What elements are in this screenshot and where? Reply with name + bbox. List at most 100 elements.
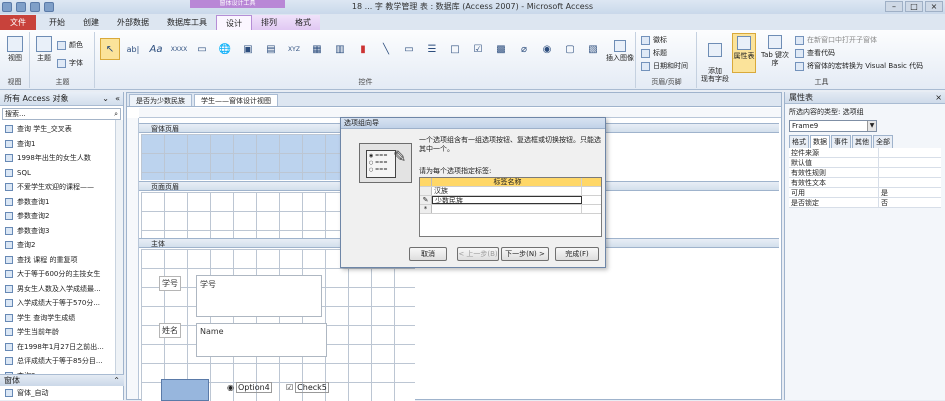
tab-control-icon[interactable]: ▭ (192, 38, 212, 60)
nav-group-forms[interactable]: 窗体 ⌃ (0, 374, 124, 386)
nav-item[interactable]: SQL (0, 166, 123, 181)
nav-search-input[interactable]: 搜索... ⌕ (2, 108, 121, 120)
label-control-icon[interactable]: Aa (146, 38, 166, 60)
checkbox-icon[interactable]: ☑ (468, 38, 488, 60)
unbound-object-icon[interactable]: ▩ (491, 38, 511, 60)
tab-order-button[interactable]: Tab 键次序 (758, 35, 792, 67)
prop-tab-event[interactable]: 事件 (831, 135, 851, 148)
button-control-icon[interactable]: XXXX (169, 38, 189, 60)
student-id-label[interactable]: 学号 (159, 276, 181, 291)
property-value[interactable]: 否 (879, 198, 941, 207)
table-row[interactable]: 汉族 (420, 187, 601, 196)
convert-macros-button[interactable]: 将窗体的宏转换为 Visual Basic 代码 (795, 61, 923, 71)
fonts-button[interactable]: 字体 (57, 58, 83, 68)
option-button-control[interactable]: ◉ Option4 (227, 382, 272, 393)
nav-item[interactable]: 在1998年1月27日之前出... (0, 340, 123, 355)
tab-external-data[interactable]: 外部数据 (108, 15, 158, 30)
textbox-control-icon[interactable]: ab| (123, 38, 143, 60)
nav-scrollbar[interactable] (115, 120, 123, 374)
nav-item[interactable]: 大于等于600分的主技女生 (0, 267, 123, 282)
nav-item[interactable]: 学生当前年龄 (0, 325, 123, 340)
insert-image-button[interactable]: 插入图像 (606, 40, 634, 62)
view-code-button[interactable]: 查看代码 (795, 48, 835, 58)
option-button-icon[interactable]: ◉ (537, 38, 557, 60)
close-button[interactable]: × (925, 1, 943, 12)
name-label[interactable]: 姓名 (159, 323, 181, 338)
colors-button[interactable]: 颜色 (57, 40, 83, 50)
nav-item[interactable]: 1998年出生的女生人数 (0, 151, 123, 166)
collapse-pane-icon[interactable]: « (115, 92, 120, 106)
option-group-frame[interactable] (161, 379, 209, 401)
search-icon[interactable]: ⌕ (114, 109, 118, 119)
web-browser-icon[interactable]: ▣ (238, 38, 258, 60)
hyperlink-icon[interactable]: 🌐 (215, 38, 235, 60)
student-id-field[interactable]: 学号 (196, 275, 322, 317)
chevron-down-icon[interactable]: ▼ (867, 121, 876, 131)
nav-item[interactable]: 参数查询2 (0, 209, 123, 224)
minimize-button[interactable]: – (885, 1, 903, 12)
nav-item[interactable]: 查询2 (0, 238, 123, 253)
close-icon[interactable]: × (935, 92, 942, 104)
select-pointer-icon[interactable]: ↖ (100, 38, 120, 60)
add-existing-fields-button[interactable]: 添加 现有字段 (700, 35, 730, 83)
tab-file[interactable]: 文件 (0, 15, 36, 30)
nav-item[interactable]: 查询 学生_交叉表 (0, 122, 123, 137)
property-value[interactable] (879, 178, 941, 187)
combo-box-icon[interactable]: ▥ (330, 38, 350, 60)
title-button[interactable]: 标题 (641, 48, 667, 58)
prop-tab-all[interactable]: 全部 (873, 135, 893, 148)
name-field[interactable]: Name (196, 323, 327, 357)
property-value[interactable] (879, 158, 941, 167)
doc-tab-form-design[interactable]: 学生——窗体设计视图 (194, 94, 278, 106)
property-row[interactable]: 可用是 (789, 188, 941, 198)
maximize-button[interactable]: □ (905, 1, 923, 12)
chevron-down-icon[interactable]: ⌄ (102, 92, 109, 106)
tab-database-tools[interactable]: 数据库工具 (158, 15, 216, 30)
property-row[interactable]: 控件来源 (789, 148, 941, 158)
prop-tab-other[interactable]: 其他 (852, 135, 872, 148)
navigation-control-icon[interactable]: ▤ (261, 38, 281, 60)
table-cell[interactable]: 汉族 (432, 187, 582, 195)
table-cell[interactable]: 少数民族 (432, 196, 582, 205)
finish-button[interactable]: 完成(F) (555, 247, 599, 261)
nav-item[interactable]: 窗体_自动 (0, 386, 120, 401)
tab-home[interactable]: 开始 (40, 15, 74, 30)
chart-icon[interactable]: ▮ (353, 38, 373, 60)
theme-button[interactable]: 主题 (33, 36, 55, 62)
attachment-icon[interactable]: ⌀ (514, 38, 534, 60)
rectangle-icon[interactable]: □ (445, 38, 465, 60)
checkbox-control[interactable]: ☑ Check5 (286, 382, 329, 393)
nav-item[interactable]: 查找 课程 的重复项 (0, 253, 123, 268)
line-icon[interactable]: ╲ (376, 38, 396, 60)
cancel-button[interactable]: 取消 (409, 247, 447, 261)
back-button[interactable]: < 上一步(B) (457, 247, 499, 261)
nav-item[interactable]: 男女生人数及入学成绩最... (0, 282, 123, 297)
nav-header[interactable]: 所有 Access 对象 ⌄ « (0, 92, 123, 106)
table-row[interactable]: ✎ 少数民族 (420, 196, 601, 205)
tab-design[interactable]: 设计 (216, 15, 252, 30)
nav-item[interactable]: 不爱学生欢迎的课程—— (0, 180, 123, 195)
nav-item[interactable]: 查询1 (0, 137, 123, 152)
property-row[interactable]: 是否锁定否 (789, 198, 941, 208)
tab-arrange[interactable]: 排列 (252, 15, 286, 30)
nav-item[interactable]: 入学成绩大于等于570分... (0, 296, 123, 311)
toggle-button-icon[interactable]: ▭ (399, 38, 419, 60)
subform-icon[interactable]: ▢ (560, 38, 580, 60)
nav-item[interactable]: 参数查询3 (0, 224, 123, 239)
property-row[interactable]: 有效性文本 (789, 178, 941, 188)
nav-item[interactable]: 学生 查询学生成绩 (0, 311, 123, 326)
option-group-icon[interactable]: XYZ (284, 38, 304, 60)
form-header-section[interactable] (141, 134, 344, 180)
nav-item[interactable]: 参数查询1 (0, 195, 123, 210)
bound-object-icon[interactable]: ▧ (583, 38, 603, 60)
table-row[interactable]: * (420, 205, 601, 214)
property-row[interactable]: 有效性规则 (789, 168, 941, 178)
prop-tab-format[interactable]: 格式 (789, 135, 809, 148)
next-button[interactable]: 下一步(N) > (501, 247, 549, 261)
property-value[interactable] (879, 168, 941, 177)
prop-tab-data[interactable]: 数据 (810, 135, 830, 148)
open-subform-new-window-button[interactable]: 在新窗口中打开子窗体 (795, 35, 877, 45)
property-value[interactable]: 是 (879, 188, 941, 197)
property-row[interactable]: 默认值 (789, 158, 941, 168)
list-box-icon[interactable]: ☰ (422, 38, 442, 60)
